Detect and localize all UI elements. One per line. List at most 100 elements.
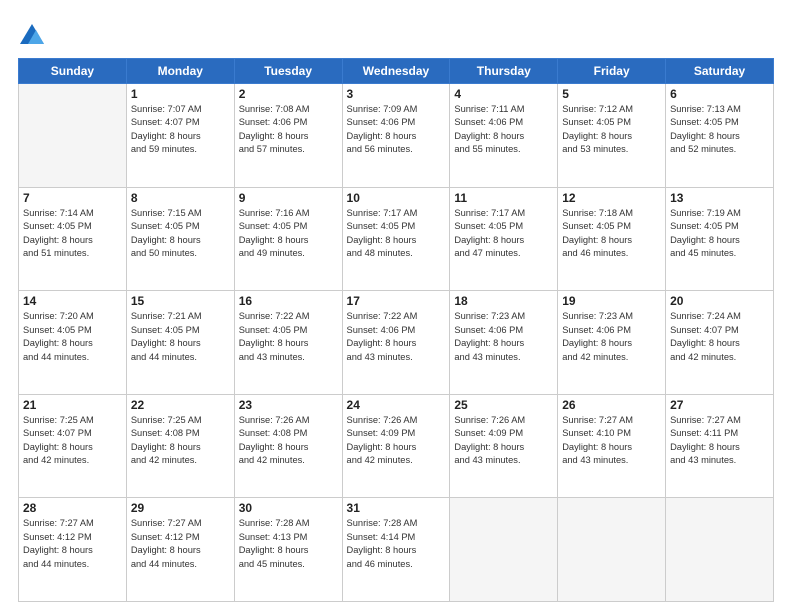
weekday-header-friday: Friday <box>558 59 666 84</box>
week-row-1: 7Sunrise: 7:14 AM Sunset: 4:05 PM Daylig… <box>19 187 774 291</box>
day-number: 8 <box>131 191 230 205</box>
day-number: 13 <box>670 191 769 205</box>
page: SundayMondayTuesdayWednesdayThursdayFrid… <box>0 0 792 612</box>
day-cell: 29 Sunrise: 7:27 AM Sunset: 4:12 PM Dayli… <box>126 498 234 602</box>
day-number: 10 <box>347 191 446 205</box>
day-info: Sunrise: 7:25 AM Sunset: 4:07 PM Dayligh… <box>23 414 122 468</box>
day-info: Sunrise: 7:25 AM Sunset: 4:08 PM Dayligh… <box>131 414 230 468</box>
day-number: 16 <box>239 294 338 308</box>
day-cell: 2 Sunrise: 7:08 AM Sunset: 4:06 PM Daylig… <box>234 84 342 188</box>
day-info: Sunrise: 7:11 AM Sunset: 4:06 PM Dayligh… <box>454 103 553 157</box>
day-info: Sunrise: 7:22 AM Sunset: 4:05 PM Dayligh… <box>239 310 338 364</box>
week-row-3: 21 Sunrise: 7:25 AM Sunset: 4:07 PM Dayli… <box>19 394 774 498</box>
day-cell: 30 Sunrise: 7:28 AM Sunset: 4:13 PM Dayli… <box>234 498 342 602</box>
day-info: Sunrise: 7:27 AM Sunset: 4:12 PM Dayligh… <box>23 517 122 571</box>
day-number: 11 <box>454 191 553 205</box>
day-number: 27 <box>670 398 769 412</box>
day-number: 14 <box>23 294 122 308</box>
day-info: Sunrise: 7:23 AM Sunset: 4:06 PM Dayligh… <box>562 310 661 364</box>
day-info: Sunrise: 7:26 AM Sunset: 4:09 PM Dayligh… <box>347 414 446 468</box>
day-cell: 21 Sunrise: 7:25 AM Sunset: 4:07 PM Dayli… <box>19 394 127 498</box>
day-number: 2 <box>239 87 338 101</box>
day-info: Sunrise: 7:28 AM Sunset: 4:13 PM Dayligh… <box>239 517 338 571</box>
day-cell: 27 Sunrise: 7:27 AM Sunset: 4:11 PM Dayli… <box>666 394 774 498</box>
day-number: 30 <box>239 501 338 515</box>
day-cell: 11 Sunrise: 7:17 AM Sunset: 4:05 PM Dayli… <box>450 187 558 291</box>
day-cell: 19 Sunrise: 7:23 AM Sunset: 4:06 PM Dayli… <box>558 291 666 395</box>
day-number: 23 <box>239 398 338 412</box>
day-cell: 13 Sunrise: 7:19 AM Sunset: 4:05 PM Dayli… <box>666 187 774 291</box>
day-cell: 1 Sunrise: 7:07 AM Sunset: 4:07 PM Daylig… <box>126 84 234 188</box>
day-number: 26 <box>562 398 661 412</box>
calendar: SundayMondayTuesdayWednesdayThursdayFrid… <box>18 58 774 602</box>
day-info: Sunrise: 7:27 AM Sunset: 4:12 PM Dayligh… <box>131 517 230 571</box>
day-info: Sunrise: 7:24 AM Sunset: 4:07 PM Dayligh… <box>670 310 769 364</box>
day-number: 31 <box>347 501 446 515</box>
day-info: Sunrise: 7:17 AM Sunset: 4:05 PM Dayligh… <box>347 207 446 261</box>
day-info: Sunrise: 7:07 AM Sunset: 4:07 PM Dayligh… <box>131 103 230 157</box>
day-info: Sunrise: 7:26 AM Sunset: 4:08 PM Dayligh… <box>239 414 338 468</box>
day-number: 5 <box>562 87 661 101</box>
day-number: 17 <box>347 294 446 308</box>
weekday-header-sunday: Sunday <box>19 59 127 84</box>
day-number: 4 <box>454 87 553 101</box>
day-cell: 8 Sunrise: 7:15 AM Sunset: 4:05 PM Daylig… <box>126 187 234 291</box>
day-number: 12 <box>562 191 661 205</box>
day-cell: 7Sunrise: 7:14 AM Sunset: 4:05 PM Daylig… <box>19 187 127 291</box>
day-info: Sunrise: 7:20 AM Sunset: 4:05 PM Dayligh… <box>23 310 122 364</box>
day-info: Sunrise: 7:14 AM Sunset: 4:05 PM Dayligh… <box>23 207 122 261</box>
day-number: 3 <box>347 87 446 101</box>
day-number: 19 <box>562 294 661 308</box>
day-cell: 23 Sunrise: 7:26 AM Sunset: 4:08 PM Dayli… <box>234 394 342 498</box>
day-info: Sunrise: 7:27 AM Sunset: 4:10 PM Dayligh… <box>562 414 661 468</box>
day-info: Sunrise: 7:16 AM Sunset: 4:05 PM Dayligh… <box>239 207 338 261</box>
logo-icon <box>18 22 46 50</box>
day-cell: 25Sunrise: 7:26 AM Sunset: 4:09 PM Dayli… <box>450 394 558 498</box>
day-info: Sunrise: 7:19 AM Sunset: 4:05 PM Dayligh… <box>670 207 769 261</box>
day-cell <box>19 84 127 188</box>
day-cell: 5 Sunrise: 7:12 AM Sunset: 4:05 PM Daylig… <box>558 84 666 188</box>
day-number: 21 <box>23 398 122 412</box>
day-number: 1 <box>131 87 230 101</box>
day-cell: 14 Sunrise: 7:20 AM Sunset: 4:05 PM Dayli… <box>19 291 127 395</box>
day-number: 20 <box>670 294 769 308</box>
day-info: Sunrise: 7:15 AM Sunset: 4:05 PM Dayligh… <box>131 207 230 261</box>
day-cell: 15 Sunrise: 7:21 AM Sunset: 4:05 PM Dayli… <box>126 291 234 395</box>
day-cell: 26 Sunrise: 7:27 AM Sunset: 4:10 PM Dayli… <box>558 394 666 498</box>
day-info: Sunrise: 7:23 AM Sunset: 4:06 PM Dayligh… <box>454 310 553 364</box>
weekday-header-monday: Monday <box>126 59 234 84</box>
weekday-header-wednesday: Wednesday <box>342 59 450 84</box>
day-cell <box>558 498 666 602</box>
weekday-header-saturday: Saturday <box>666 59 774 84</box>
day-number: 6 <box>670 87 769 101</box>
weekday-header-thursday: Thursday <box>450 59 558 84</box>
logo <box>18 22 50 50</box>
day-number: 29 <box>131 501 230 515</box>
day-cell: 28Sunrise: 7:27 AM Sunset: 4:12 PM Dayli… <box>19 498 127 602</box>
day-number: 15 <box>131 294 230 308</box>
day-cell: 4 Sunrise: 7:11 AM Sunset: 4:06 PM Daylig… <box>450 84 558 188</box>
day-info: Sunrise: 7:13 AM Sunset: 4:05 PM Dayligh… <box>670 103 769 157</box>
day-number: 9 <box>239 191 338 205</box>
day-info: Sunrise: 7:09 AM Sunset: 4:06 PM Dayligh… <box>347 103 446 157</box>
day-number: 22 <box>131 398 230 412</box>
day-info: Sunrise: 7:27 AM Sunset: 4:11 PM Dayligh… <box>670 414 769 468</box>
day-info: Sunrise: 7:12 AM Sunset: 4:05 PM Dayligh… <box>562 103 661 157</box>
day-info: Sunrise: 7:22 AM Sunset: 4:06 PM Dayligh… <box>347 310 446 364</box>
day-info: Sunrise: 7:17 AM Sunset: 4:05 PM Dayligh… <box>454 207 553 261</box>
day-cell: 9 Sunrise: 7:16 AM Sunset: 4:05 PM Daylig… <box>234 187 342 291</box>
day-cell: 24 Sunrise: 7:26 AM Sunset: 4:09 PM Dayli… <box>342 394 450 498</box>
weekday-header-row: SundayMondayTuesdayWednesdayThursdayFrid… <box>19 59 774 84</box>
weekday-header-tuesday: Tuesday <box>234 59 342 84</box>
day-info: Sunrise: 7:18 AM Sunset: 4:05 PM Dayligh… <box>562 207 661 261</box>
week-row-0: 1 Sunrise: 7:07 AM Sunset: 4:07 PM Daylig… <box>19 84 774 188</box>
day-number: 24 <box>347 398 446 412</box>
day-info: Sunrise: 7:08 AM Sunset: 4:06 PM Dayligh… <box>239 103 338 157</box>
day-cell: 6 Sunrise: 7:13 AM Sunset: 4:05 PM Daylig… <box>666 84 774 188</box>
day-cell: 10 Sunrise: 7:17 AM Sunset: 4:05 PM Dayli… <box>342 187 450 291</box>
day-cell: 22 Sunrise: 7:25 AM Sunset: 4:08 PM Dayli… <box>126 394 234 498</box>
day-info: Sunrise: 7:21 AM Sunset: 4:05 PM Dayligh… <box>131 310 230 364</box>
header <box>18 18 774 50</box>
day-cell: 18Sunrise: 7:23 AM Sunset: 4:06 PM Dayli… <box>450 291 558 395</box>
day-cell: 17 Sunrise: 7:22 AM Sunset: 4:06 PM Dayli… <box>342 291 450 395</box>
